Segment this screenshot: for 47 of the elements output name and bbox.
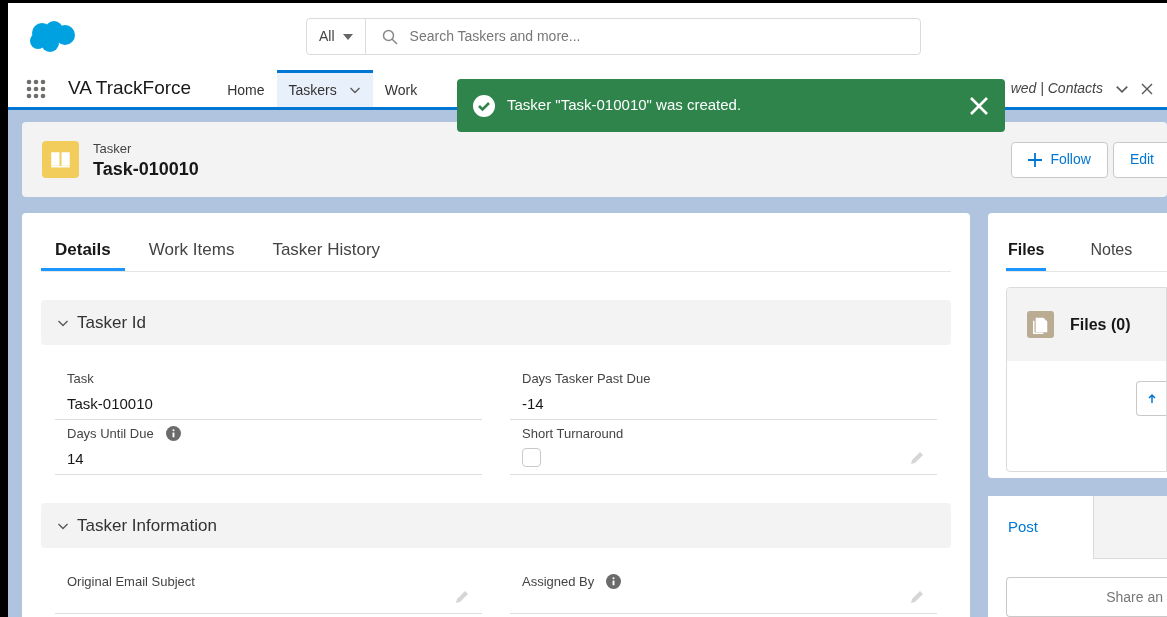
caret-down-icon [342, 33, 353, 40]
field-label: Original Email Subject [67, 573, 195, 591]
record-title: Task-010010 [93, 158, 199, 181]
info-icon [165, 426, 181, 442]
pencil-icon[interactable] [909, 589, 925, 605]
cloud-logo-icon[interactable] [28, 20, 76, 53]
tab[interactable]: Tasker History [258, 231, 395, 271]
search-field[interactable]: Search Taskers and more... [409, 26, 904, 47]
field-label: Days Tasker Past Due [522, 370, 651, 388]
field-value: Task-010010 [67, 393, 154, 414]
follow-button[interactable]: Follow [1011, 141, 1108, 178]
checkbox[interactable] [522, 447, 541, 467]
field-label: Assigned By [522, 573, 595, 591]
field-label: Short Turnaround [522, 425, 624, 443]
field-label: Days Until Due [67, 425, 154, 443]
section-header[interactable]: Tasker Id [41, 300, 951, 345]
success-check-icon [473, 94, 495, 117]
tab[interactable]: Details [41, 231, 125, 271]
pencil-icon[interactable] [454, 589, 470, 605]
field-value: -14 [522, 393, 545, 414]
app-launcher-icon[interactable] [26, 78, 46, 99]
edit-button[interactable]: Edit [1112, 141, 1167, 178]
app-name: VA TrackForce [68, 76, 192, 101]
field-label: Task [67, 370, 94, 388]
document-icon [1027, 311, 1054, 338]
upload-button[interactable] [1136, 381, 1166, 416]
record-type: Tasker [93, 139, 133, 158]
tab[interactable]: Work Items [134, 231, 249, 271]
share-field[interactable]: Share an [1006, 577, 1167, 617]
nav-tab[interactable]: Work [372, 70, 430, 107]
search-icon [381, 28, 398, 45]
tab[interactable]: Notes [1088, 231, 1135, 271]
book-icon [42, 141, 79, 178]
nav-tab[interactable]: Home [215, 70, 277, 107]
close-icon[interactable] [1141, 82, 1153, 95]
pencil-icon[interactable] [909, 450, 925, 466]
open-record-tab[interactable]: wed | Contacts [1010, 78, 1103, 99]
search-scope-dropdown[interactable]: All [307, 19, 366, 54]
toast-text: Tasker "Task-010010" was created. [507, 95, 743, 116]
tab[interactable]: Files [1006, 231, 1047, 271]
info-icon [606, 574, 622, 590]
field-value: 14 [67, 448, 85, 469]
nav-tab[interactable]: Taskers [276, 70, 373, 107]
section-header[interactable]: Tasker Information [41, 503, 951, 548]
search-bar[interactable]: All Search Taskers and more... [306, 18, 921, 55]
files-title: Files (0) [1070, 314, 1131, 335]
plus-icon [1028, 152, 1043, 167]
